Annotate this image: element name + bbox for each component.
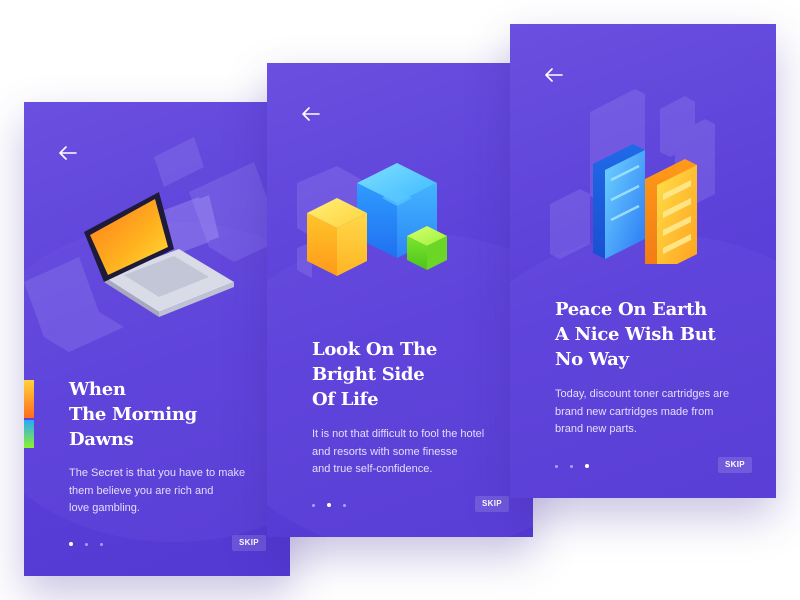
pagination-dots xyxy=(312,503,346,507)
card-title-line: Peace On Earth xyxy=(555,299,707,320)
cards-stack-icon xyxy=(545,84,755,274)
card-description-line: Today, discount toner cartridges are xyxy=(555,388,730,400)
card-description: It is not that difficult to fool the hot… xyxy=(312,426,484,479)
card-title-line: Of Life xyxy=(312,389,379,410)
skip-button[interactable]: SKIP xyxy=(232,535,266,551)
card-title-line: When xyxy=(69,379,126,400)
skip-button[interactable]: SKIP xyxy=(475,496,509,512)
cubes-icon xyxy=(297,158,497,303)
card-description-line: brand new cartridges made from xyxy=(555,405,714,418)
card-description-line: The Secret is that you have to make xyxy=(69,467,246,479)
pagination-dot-1[interactable] xyxy=(312,503,315,507)
arrow-left-icon[interactable] xyxy=(302,107,320,121)
pagination-dots xyxy=(69,542,103,546)
pagination-dot-1[interactable] xyxy=(69,542,73,546)
onboarding-card-3: Peace On Earth A Nice Wish But No Way To… xyxy=(510,24,776,498)
pagination-dot-3[interactable] xyxy=(100,542,103,546)
card-description-line: love gambling. xyxy=(69,502,140,514)
card-title-line: Look On The xyxy=(312,339,438,360)
card-title-line: Bright Side xyxy=(312,364,425,385)
pagination-dots xyxy=(555,464,589,468)
card-title: Peace On Earth A Nice Wish But No Way xyxy=(555,297,716,372)
card-title-line: Dawns xyxy=(69,429,134,450)
arrow-left-icon[interactable] xyxy=(545,68,563,82)
card-title: Look On The Bright Side Of Life xyxy=(312,337,437,412)
pagination-dot-2[interactable] xyxy=(327,503,331,507)
card-description-line: them believe you are rich and xyxy=(69,484,214,497)
card-title-line: The Morning xyxy=(69,404,197,425)
card-description-line: brand new parts. xyxy=(555,423,637,435)
color-stripe xyxy=(24,380,34,448)
pagination-dot-3[interactable] xyxy=(585,464,589,468)
card-title: When The Morning Dawns xyxy=(69,377,197,452)
pagination-dot-1[interactable] xyxy=(555,464,558,468)
skip-button[interactable]: SKIP xyxy=(718,457,752,473)
onboarding-card-1: When The Morning Dawns The Secret is tha… xyxy=(24,102,290,576)
card-description-line: and true self-confidence. xyxy=(312,463,433,475)
card-description-line: and resorts with some finesse xyxy=(312,445,458,458)
laptop-icon xyxy=(24,137,290,382)
card-description: The Secret is that you have to make them… xyxy=(69,465,245,518)
card-description: Today, discount toner cartridges are bra… xyxy=(555,386,729,439)
pagination-dot-2[interactable] xyxy=(570,464,573,468)
pagination-dot-3[interactable] xyxy=(343,503,346,507)
card-title-line: No Way xyxy=(555,349,629,370)
card-description-line: It is not that difficult to fool the hot… xyxy=(312,428,485,440)
card-title-line: A Nice Wish But xyxy=(555,324,716,345)
pagination-dot-2[interactable] xyxy=(85,542,88,546)
onboarding-card-2: Look On The Bright Side Of Life It is no… xyxy=(267,63,533,537)
